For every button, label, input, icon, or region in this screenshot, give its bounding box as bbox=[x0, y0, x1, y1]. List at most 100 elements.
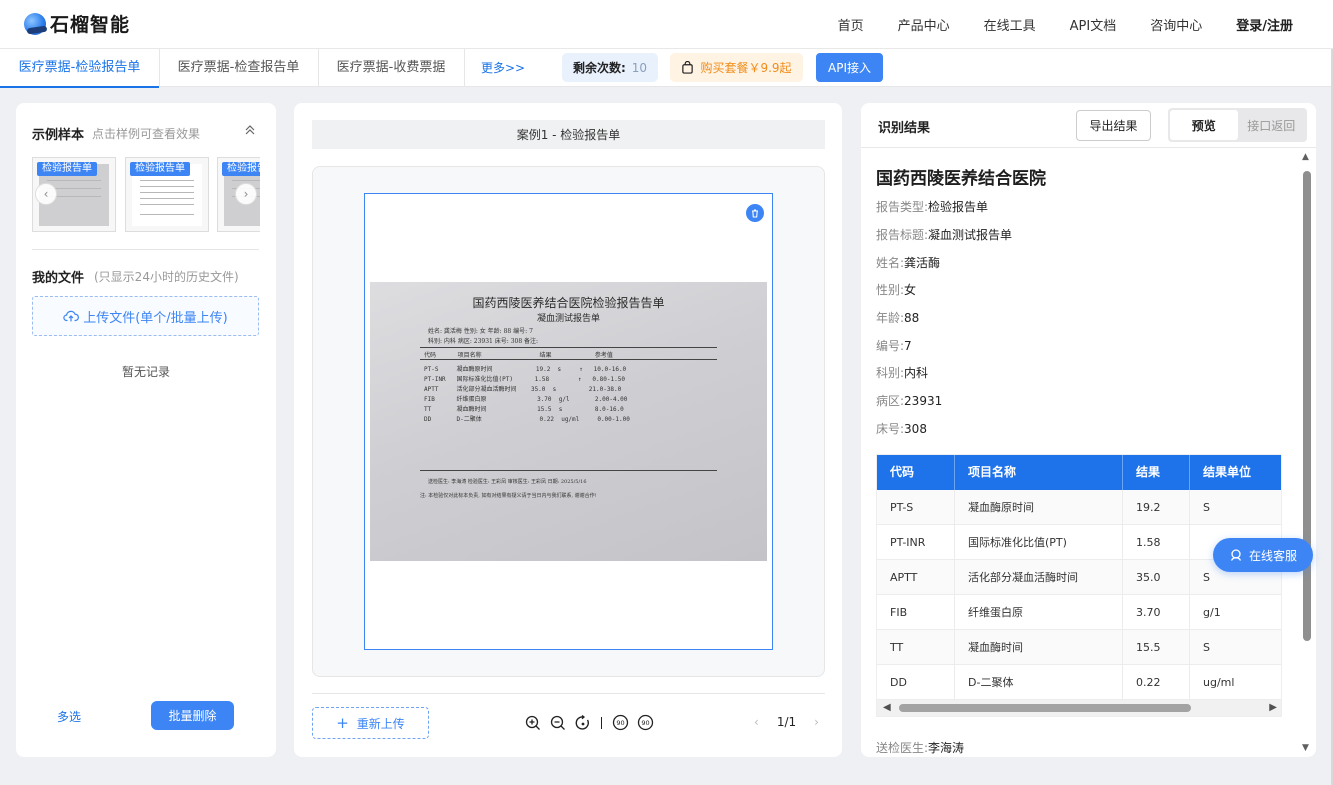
scroll-right-arrow-icon[interactable]: ▶ bbox=[1269, 702, 1277, 713]
page-pager: ‹ 1/1 › bbox=[754, 715, 819, 729]
preview-mode-button[interactable]: 预览 bbox=[1170, 110, 1238, 140]
preview-panel: 案例1 - 检验报告单 国药西陵医养结合医院检验报告告单 凝血测试报告单 姓名:… bbox=[294, 103, 842, 757]
result-vertical-scrollbar[interactable]: ▲ ▼ bbox=[1302, 148, 1314, 757]
tab-fee-receipt[interactable]: 医疗票据-收费票据 bbox=[318, 49, 464, 87]
reupload-button[interactable]: + 重新上传 bbox=[312, 707, 429, 739]
headset-icon bbox=[1230, 549, 1242, 561]
sample-badge: 检验报告单 bbox=[130, 162, 190, 176]
top-navbar: 石榴智能 首页 产品中心 在线工具 API文档 咨询中心 登录/注册 bbox=[0, 0, 1333, 49]
my-files-title: 我的文件 bbox=[32, 271, 85, 286]
column-header: 项目名称 bbox=[955, 455, 1123, 490]
carousel-next-arrow-icon[interactable]: › bbox=[235, 183, 257, 205]
scroll-up-arrow-icon[interactable]: ▲ bbox=[1302, 152, 1309, 162]
brand-logo[interactable]: 石榴智能 bbox=[24, 10, 130, 37]
result-field: 性别:女 bbox=[876, 283, 917, 297]
photo-rule bbox=[420, 470, 717, 471]
result-field: 编号:7 bbox=[876, 339, 912, 353]
sample-thumbnail[interactable]: 检验报告单 bbox=[125, 157, 209, 232]
photo-meta-line: 姓名: 龚活梅 性别: 女 年龄: 88 编号: 7 bbox=[428, 328, 533, 335]
tab-divider bbox=[464, 49, 465, 87]
nav-api-docs[interactable]: API文档 bbox=[1070, 15, 1117, 34]
left-panel: 示例样本 点击样例可查看效果 检验报告单 检验报告单 检验报告单 ‹ › 我的文… bbox=[16, 103, 276, 757]
table-horizontal-scrollbar[interactable]: ◀ ▶ bbox=[877, 700, 1281, 716]
nav-products[interactable]: 产品中心 bbox=[898, 15, 950, 34]
rotate-right-90-icon[interactable]: 90 bbox=[637, 714, 654, 731]
photo-table-row: TT 凝血酶时间 15.5 s 8.0-16.0 bbox=[424, 406, 624, 413]
multi-select-button[interactable]: 多选 bbox=[57, 708, 81, 725]
result-table: 代码 项目名称 结果 结果单位 PT-S 凝血酶原时间 19.2 S PT-IN… bbox=[876, 454, 1282, 717]
my-files-subtitle: (只显示24小时的历史文件) bbox=[94, 270, 239, 284]
table-row: DD D-二聚体 0.22 ug/ml bbox=[877, 665, 1281, 700]
tab-lab-report[interactable]: 医疗票据-检验报告单 bbox=[0, 49, 159, 88]
document-photo: 国药西陵医养结合医院检验报告告单 凝血测试报告单 姓名: 龚活梅 性别: 女 年… bbox=[370, 282, 767, 561]
scrollbar-thumb[interactable] bbox=[899, 704, 1191, 712]
photo-table-row: PT-INR 国际标准化比值(PT) 1.58 ↑ 0.80-1.50 bbox=[424, 376, 625, 383]
api-response-mode-button[interactable]: 接口返回 bbox=[1238, 110, 1306, 140]
result-field: 病区:23931 bbox=[876, 394, 943, 408]
column-header: 代码 bbox=[877, 455, 955, 490]
nav-consult[interactable]: 咨询中心 bbox=[1150, 15, 1202, 34]
reupload-label: 重新上传 bbox=[356, 716, 405, 731]
photo-table-row: PT-S 凝血酶原时间 19.2 s ↑ 10.0-16.0 bbox=[424, 366, 627, 373]
online-service-button[interactable]: 在线客服 bbox=[1213, 538, 1313, 572]
zoom-in-icon[interactable] bbox=[524, 714, 541, 731]
batch-delete-button[interactable]: 批量删除 bbox=[151, 701, 234, 730]
image-toolbar: 90 90 bbox=[524, 714, 654, 731]
result-field: 科别:内科 bbox=[876, 366, 929, 380]
result-field: 报告类型:检验报告单 bbox=[876, 200, 989, 214]
delete-trash-icon[interactable] bbox=[746, 204, 764, 222]
photo-table-row: DD D-二聚体 0.22 ug/ml 0.00-1.00 bbox=[424, 416, 630, 423]
prev-page-icon[interactable]: ‹ bbox=[754, 715, 759, 729]
reset-rotate-icon[interactable] bbox=[574, 714, 591, 731]
document-frame: 国药西陵医养结合医院检验报告告单 凝血测试报告单 姓名: 龚活梅 性别: 女 年… bbox=[364, 193, 773, 650]
plus-icon: + bbox=[336, 713, 349, 732]
scrollbar-thumb[interactable] bbox=[1303, 171, 1311, 641]
result-header-divider bbox=[861, 147, 1316, 148]
nav-online-tools[interactable]: 在线工具 bbox=[984, 15, 1036, 34]
tool-tabs: 医疗票据-检验报告单 医疗票据-检查报告单 医疗票据-收费票据 更多>> 剩余次… bbox=[0, 49, 1333, 88]
section-divider bbox=[32, 249, 259, 250]
nav-home[interactable]: 首页 bbox=[838, 15, 864, 34]
hospital-name: 国药西陵医养结合医院 bbox=[876, 169, 1046, 189]
carousel-prev-arrow-icon[interactable]: ‹ bbox=[35, 183, 57, 205]
tab-exam-report[interactable]: 医疗票据-检查报告单 bbox=[159, 49, 318, 87]
result-field: 床号:308 bbox=[876, 422, 927, 436]
toolbar-divider bbox=[312, 693, 825, 694]
rotate-left-90-icon[interactable]: 90 bbox=[612, 714, 629, 731]
sample-carousel: 检验报告单 检验报告单 检验报告单 ‹ › bbox=[32, 157, 260, 232]
buy-package-button[interactable]: 购买套餐￥9.9起 bbox=[670, 53, 803, 82]
sample-badge: 检验报告单 bbox=[37, 162, 97, 176]
more-tabs-link[interactable]: 更多>> bbox=[481, 49, 525, 87]
result-field: 报告标题:凝血测试报告单 bbox=[876, 228, 1013, 242]
result-field: 年龄:88 bbox=[876, 311, 920, 325]
column-header: 结果 bbox=[1123, 455, 1190, 490]
samples-title: 示例样本 bbox=[32, 128, 85, 143]
result-title: 识别结果 bbox=[878, 121, 931, 136]
photo-title: 国药西陵医养结合医院检验报告告单 bbox=[472, 296, 665, 310]
result-mode-toggle: 预览 接口返回 bbox=[1168, 108, 1307, 142]
remaining-label: 剩余次数: bbox=[572, 61, 626, 75]
zoom-out-icon[interactable] bbox=[549, 714, 566, 731]
login-register-link[interactable]: 登录/注册 bbox=[1236, 15, 1293, 34]
photo-meta-line: 科别: 内科 病区: 23931 床号: 308 备注: bbox=[428, 338, 539, 345]
table-row: PT-S 凝血酶原时间 19.2 S bbox=[877, 490, 1281, 525]
photo-note: 注: 本检验仅对此标本负责, 如有对结果有疑义请于当日内与我们联系, 谢谢合作! bbox=[420, 493, 597, 499]
photo-rule bbox=[420, 359, 717, 360]
preview-title: 案例1 - 检验报告单 bbox=[312, 120, 825, 149]
scroll-left-arrow-icon[interactable]: ◀ bbox=[883, 702, 891, 713]
photo-table-row: FIB 纤维蛋白原 3.70 g/l 2.00-4.00 bbox=[424, 396, 628, 403]
table-row: TT 凝血酶时间 15.5 S bbox=[877, 630, 1281, 665]
upload-file-button[interactable]: 上传文件(单个/批量上传) bbox=[32, 296, 259, 336]
main-nav: 首页 产品中心 在线工具 API文档 咨询中心 登录/注册 bbox=[804, 0, 1293, 49]
api-access-button[interactable]: API接入 bbox=[816, 53, 883, 82]
samples-subtitle: 点击样例可查看效果 bbox=[92, 127, 201, 141]
brand-name: 石榴智能 bbox=[50, 14, 131, 36]
collapse-up-icon[interactable] bbox=[244, 124, 256, 136]
remaining-count: 剩余次数: 10 bbox=[562, 53, 658, 82]
shopping-bag-icon bbox=[682, 61, 694, 74]
next-page-icon[interactable]: › bbox=[814, 715, 819, 729]
export-result-button[interactable]: 导出结果 bbox=[1076, 110, 1151, 141]
online-service-label: 在线客服 bbox=[1248, 548, 1297, 563]
sender-doctor-field: 送检医生:李海涛 bbox=[876, 741, 965, 755]
scroll-down-arrow-icon[interactable]: ▼ bbox=[1302, 743, 1309, 753]
